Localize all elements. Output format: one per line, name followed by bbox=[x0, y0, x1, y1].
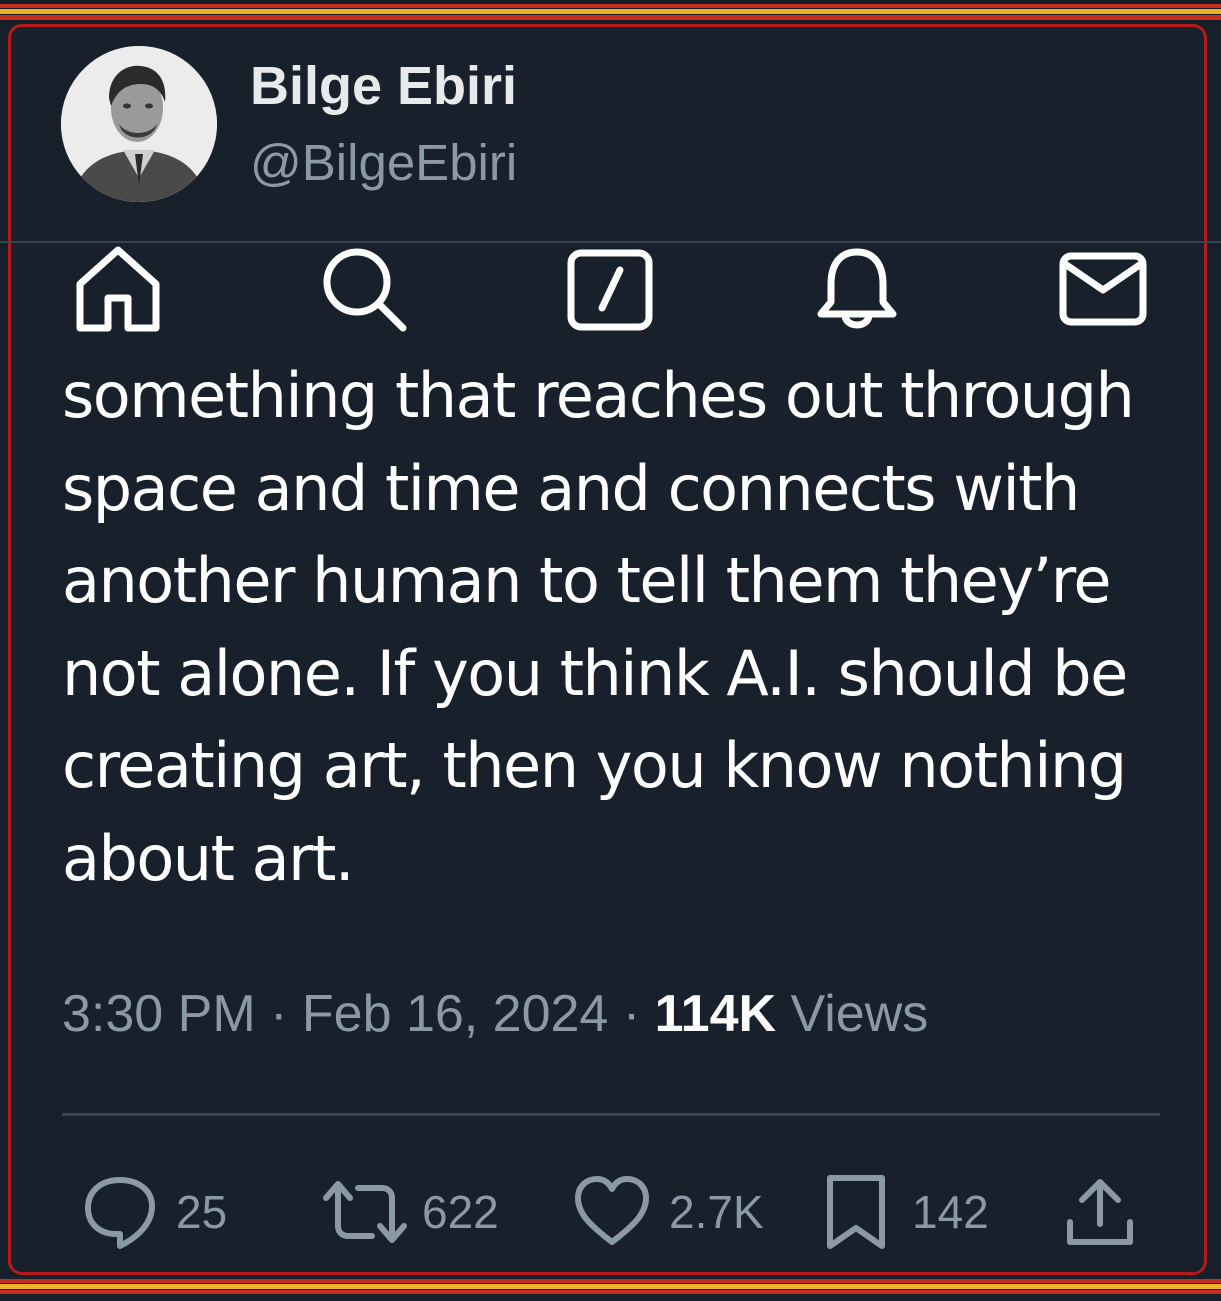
tweet-time[interactable]: 3:30 PM bbox=[62, 985, 256, 1043]
retweet-count: 622 bbox=[422, 1186, 499, 1238]
notifications-icon[interactable] bbox=[809, 240, 905, 336]
like-count: 2.7K bbox=[669, 1186, 764, 1238]
views-count: 114K bbox=[654, 985, 777, 1043]
tweet-line: not alone. If you think A.I. should be bbox=[62, 636, 1128, 710]
meta-separator: · bbox=[270, 985, 288, 1043]
tweet-line: about art. bbox=[62, 821, 355, 895]
messages-icon[interactable] bbox=[1055, 240, 1151, 336]
tweet-line: creating art, then you know nothing bbox=[62, 729, 1127, 802]
tweet-line: another human to tell them they’re bbox=[62, 544, 1112, 617]
like-button[interactable]: 2.7K bbox=[573, 1172, 764, 1252]
compose-icon[interactable] bbox=[562, 240, 658, 336]
share-icon bbox=[1067, 1179, 1133, 1245]
bookmark-count: 142 bbox=[912, 1186, 989, 1238]
share-button[interactable] bbox=[1064, 1172, 1136, 1252]
bookmark-icon bbox=[827, 1175, 885, 1249]
views-label: Views bbox=[790, 985, 929, 1043]
tweet-meta: 3:30 PM · Feb 16, 2024 · 114K Views bbox=[62, 984, 928, 1044]
actions-divider bbox=[62, 1113, 1160, 1116]
retweet-icon bbox=[323, 1181, 407, 1243]
home-icon[interactable] bbox=[70, 240, 166, 336]
bottom-decorative-stripe bbox=[0, 1275, 1221, 1301]
tweet-line: space and time and connects with bbox=[62, 451, 1080, 525]
reply-icon bbox=[85, 1177, 155, 1249]
reply-count: 25 bbox=[176, 1186, 228, 1238]
author-handle[interactable]: @BilgeEbiri bbox=[250, 133, 517, 192]
avatar[interactable] bbox=[61, 46, 217, 202]
top-decorative-stripe bbox=[0, 0, 1221, 26]
retweet-button[interactable]: 622 bbox=[320, 1172, 499, 1252]
reply-button[interactable]: 25 bbox=[82, 1172, 227, 1252]
bookmark-button[interactable]: 142 bbox=[824, 1172, 989, 1252]
heart-icon bbox=[575, 1176, 649, 1245]
tweet-body: something that reaches out through space… bbox=[62, 350, 1182, 905]
tweet-line: something that reaches out through bbox=[62, 359, 1135, 432]
author-display-name[interactable]: Bilge Ebiri bbox=[250, 55, 517, 117]
meta-separator: · bbox=[622, 985, 641, 1043]
tweet-date[interactable]: Feb 16, 2024 bbox=[302, 985, 608, 1043]
search-icon[interactable] bbox=[315, 240, 411, 336]
avatar-photo bbox=[61, 46, 217, 202]
